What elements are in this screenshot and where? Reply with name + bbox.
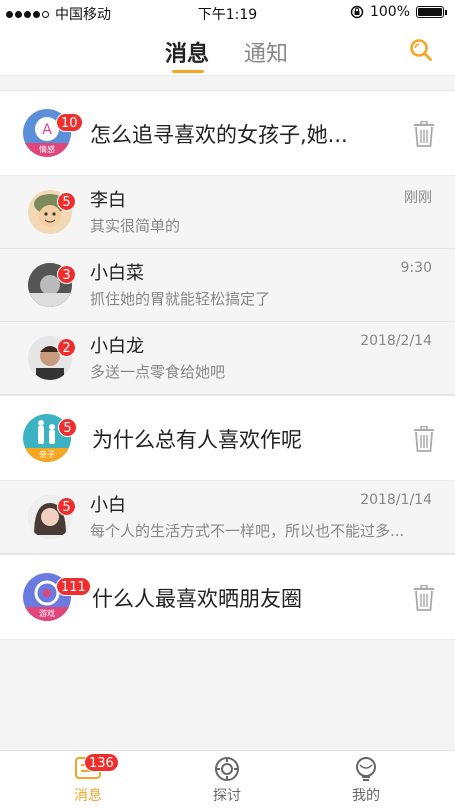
- message-row[interactable]: 2 小白龙 2018/2/14 多送一点零食给她吧: [0, 322, 455, 395]
- unread-badge: 2: [57, 338, 76, 357]
- message-preview: 抓住她的胃就能轻松搞定了: [90, 290, 271, 308]
- tab-bar-label: 消息: [74, 788, 102, 804]
- tab-notifications[interactable]: 通知: [244, 36, 288, 68]
- message-time: 2018/1/14: [360, 492, 432, 508]
- topic-title: 什么人最喜欢晒朋友圈: [92, 587, 302, 611]
- tab-bar-label: 我的: [352, 788, 380, 804]
- unread-badge: 3: [57, 265, 76, 284]
- message-preview: 每个人的生活方式不一样吧，所以也不能过多...: [90, 522, 405, 540]
- trash-icon[interactable]: [413, 121, 435, 147]
- battery-percent: 100%: [369, 4, 410, 20]
- topic-title: 为什么总有人喜欢作呢: [92, 428, 302, 452]
- message-row[interactable]: 3 小白菜 9:30 抓住她的胃就能轻松搞定了: [0, 249, 455, 322]
- unread-total-badge: 136: [84, 753, 119, 772]
- svg-text:A: A: [42, 122, 52, 138]
- profile-icon: [356, 757, 376, 781]
- trash-icon[interactable]: [413, 585, 435, 611]
- message-row[interactable]: 5 李白 刚刚 其实很简单的: [0, 176, 455, 249]
- topic-group[interactable]: A 情感 10 怎么追寻喜欢的女孩子,她...: [0, 90, 455, 176]
- message-list: A 情感 10 怎么追寻喜欢的女孩子,她... 5 李白 刚刚 其实很简单的 3…: [0, 90, 455, 640]
- status-bar: 中国移动 下午1:19 100%: [0, 0, 455, 26]
- unread-badge: 5: [57, 192, 76, 211]
- trash-icon[interactable]: [413, 426, 435, 452]
- sender-name: 李白: [90, 190, 126, 211]
- tab-bar-label: 探讨: [213, 788, 241, 804]
- unread-badge: 5: [57, 497, 76, 516]
- topic-group[interactable]: 亲子 5 为什么总有人喜欢作呢: [0, 395, 455, 481]
- tab-bar-mine[interactable]: 我的: [326, 756, 406, 805]
- topic-tag: 游戏: [23, 607, 71, 621]
- active-tab-indicator: [172, 70, 204, 73]
- orientation-lock-icon: [350, 5, 364, 19]
- topic-group[interactable]: 游戏 111 什么人最喜欢晒朋友圈: [0, 554, 455, 640]
- status-right: 100%: [350, 4, 447, 20]
- message-preview: 其实很简单的: [90, 217, 181, 235]
- topic-title: 怎么追寻喜欢的女孩子,她...: [90, 123, 348, 147]
- compass-icon: [215, 757, 239, 781]
- unread-badge: 5: [58, 418, 77, 437]
- top-nav: 消息 通知: [0, 26, 455, 76]
- topic-tag: 情感: [23, 143, 71, 157]
- message-row[interactable]: 5 小白 2018/1/14 每个人的生活方式不一样吧，所以也不能过多...: [0, 481, 455, 554]
- message-time: 9:30: [400, 260, 432, 276]
- tab-bar-discuss[interactable]: 探讨: [187, 756, 267, 805]
- battery-icon: [416, 6, 444, 18]
- unread-badge: 111: [56, 577, 91, 596]
- bottom-tab-bar: 消息 136 探讨 我的: [0, 750, 455, 808]
- message-time: 2018/2/14: [360, 333, 432, 349]
- sender-name: 小白菜: [90, 263, 144, 284]
- message-time: 刚刚: [404, 190, 432, 206]
- search-icon[interactable]: [409, 38, 433, 62]
- sender-name: 小白龙: [90, 336, 144, 357]
- unread-badge: 10: [56, 113, 83, 132]
- message-preview: 多送一点零食给她吧: [90, 363, 226, 381]
- tab-messages[interactable]: 消息: [165, 36, 209, 68]
- topic-tag: 亲子: [23, 448, 71, 462]
- sender-name: 小白: [90, 495, 126, 516]
